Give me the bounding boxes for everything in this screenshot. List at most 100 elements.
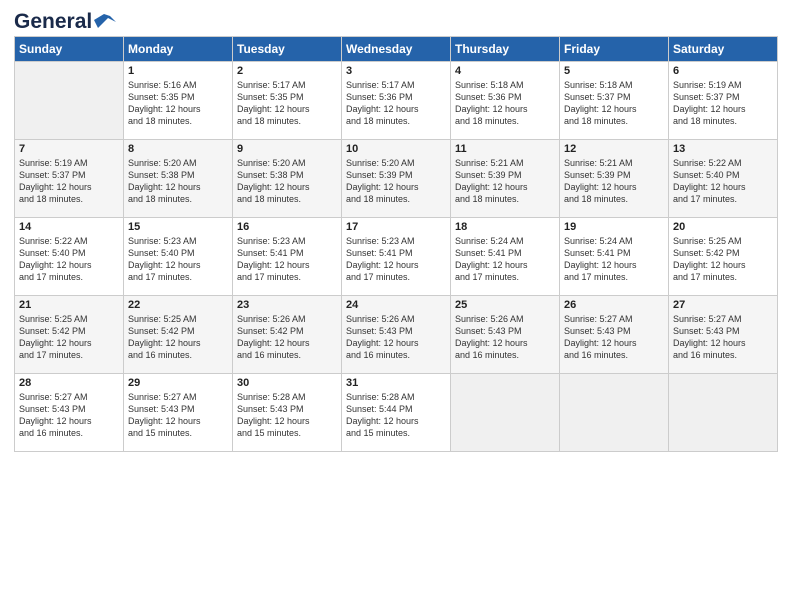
cell-week3-day6: 27 Sunrise: 5:27 AM Sunset: 5:43 PM Dayli… <box>669 296 778 374</box>
day-info: Sunrise: 5:20 AM Sunset: 5:38 PM Dayligh… <box>128 157 228 206</box>
day-number: 16 <box>237 221 337 233</box>
cell-week2-day6: 20 Sunrise: 5:25 AM Sunset: 5:42 PM Dayli… <box>669 218 778 296</box>
day-number: 14 <box>19 221 119 233</box>
day-number: 8 <box>128 143 228 155</box>
day-info: Sunrise: 5:22 AM Sunset: 5:40 PM Dayligh… <box>673 157 773 206</box>
day-info: Sunrise: 5:19 AM Sunset: 5:37 PM Dayligh… <box>19 157 119 206</box>
day-number: 6 <box>673 65 773 77</box>
logo-general: General <box>14 10 92 34</box>
day-info: Sunrise: 5:18 AM Sunset: 5:36 PM Dayligh… <box>455 79 555 128</box>
day-info: Sunrise: 5:24 AM Sunset: 5:41 PM Dayligh… <box>564 235 664 284</box>
cell-week0-day1: 1 Sunrise: 5:16 AM Sunset: 5:35 PM Daylig… <box>124 62 233 140</box>
col-wednesday: Wednesday <box>342 37 451 62</box>
day-number: 20 <box>673 221 773 233</box>
cell-week4-day3: 31 Sunrise: 5:28 AM Sunset: 5:44 PM Dayli… <box>342 374 451 452</box>
day-info: Sunrise: 5:27 AM Sunset: 5:43 PM Dayligh… <box>19 391 119 440</box>
cell-week1-day1: 8 Sunrise: 5:20 AM Sunset: 5:38 PM Daylig… <box>124 140 233 218</box>
day-number: 9 <box>237 143 337 155</box>
day-number: 27 <box>673 299 773 311</box>
day-info: Sunrise: 5:17 AM Sunset: 5:35 PM Dayligh… <box>237 79 337 128</box>
day-info: Sunrise: 5:26 AM Sunset: 5:43 PM Dayligh… <box>455 313 555 362</box>
day-number: 17 <box>346 221 446 233</box>
logo: General <box>14 10 116 30</box>
day-number: 5 <box>564 65 664 77</box>
day-info: Sunrise: 5:28 AM Sunset: 5:44 PM Dayligh… <box>346 391 446 440</box>
day-info: Sunrise: 5:24 AM Sunset: 5:41 PM Dayligh… <box>455 235 555 284</box>
cell-week3-day1: 22 Sunrise: 5:25 AM Sunset: 5:42 PM Dayli… <box>124 296 233 374</box>
day-number: 22 <box>128 299 228 311</box>
day-info: Sunrise: 5:25 AM Sunset: 5:42 PM Dayligh… <box>673 235 773 284</box>
cell-week0-day5: 5 Sunrise: 5:18 AM Sunset: 5:37 PM Daylig… <box>560 62 669 140</box>
day-info: Sunrise: 5:23 AM Sunset: 5:41 PM Dayligh… <box>237 235 337 284</box>
logo-bird-icon <box>94 14 116 30</box>
day-number: 19 <box>564 221 664 233</box>
day-number: 15 <box>128 221 228 233</box>
cell-week1-day0: 7 Sunrise: 5:19 AM Sunset: 5:37 PM Daylig… <box>15 140 124 218</box>
cell-week2-day1: 15 Sunrise: 5:23 AM Sunset: 5:40 PM Dayli… <box>124 218 233 296</box>
col-thursday: Thursday <box>451 37 560 62</box>
day-number: 30 <box>237 377 337 389</box>
cell-week1-day3: 10 Sunrise: 5:20 AM Sunset: 5:39 PM Dayli… <box>342 140 451 218</box>
day-info: Sunrise: 5:27 AM Sunset: 5:43 PM Dayligh… <box>564 313 664 362</box>
day-number: 7 <box>19 143 119 155</box>
cell-week2-day3: 17 Sunrise: 5:23 AM Sunset: 5:41 PM Dayli… <box>342 218 451 296</box>
cell-week1-day4: 11 Sunrise: 5:21 AM Sunset: 5:39 PM Dayli… <box>451 140 560 218</box>
day-number: 3 <box>346 65 446 77</box>
col-monday: Monday <box>124 37 233 62</box>
cell-week0-day4: 4 Sunrise: 5:18 AM Sunset: 5:36 PM Daylig… <box>451 62 560 140</box>
day-info: Sunrise: 5:21 AM Sunset: 5:39 PM Dayligh… <box>564 157 664 206</box>
day-number: 26 <box>564 299 664 311</box>
day-number: 1 <box>128 65 228 77</box>
day-number: 23 <box>237 299 337 311</box>
cell-week2-day5: 19 Sunrise: 5:24 AM Sunset: 5:41 PM Dayli… <box>560 218 669 296</box>
day-info: Sunrise: 5:20 AM Sunset: 5:39 PM Dayligh… <box>346 157 446 206</box>
col-saturday: Saturday <box>669 37 778 62</box>
day-info: Sunrise: 5:28 AM Sunset: 5:43 PM Dayligh… <box>237 391 337 440</box>
day-info: Sunrise: 5:26 AM Sunset: 5:43 PM Dayligh… <box>346 313 446 362</box>
cell-week4-day0: 28 Sunrise: 5:27 AM Sunset: 5:43 PM Dayli… <box>15 374 124 452</box>
cell-week2-day4: 18 Sunrise: 5:24 AM Sunset: 5:41 PM Dayli… <box>451 218 560 296</box>
day-info: Sunrise: 5:16 AM Sunset: 5:35 PM Dayligh… <box>128 79 228 128</box>
cell-week3-day0: 21 Sunrise: 5:25 AM Sunset: 5:42 PM Dayli… <box>15 296 124 374</box>
day-number: 31 <box>346 377 446 389</box>
day-number: 4 <box>455 65 555 77</box>
cell-week0-day6: 6 Sunrise: 5:19 AM Sunset: 5:37 PM Daylig… <box>669 62 778 140</box>
cell-week0-day2: 2 Sunrise: 5:17 AM Sunset: 5:35 PM Daylig… <box>233 62 342 140</box>
day-number: 11 <box>455 143 555 155</box>
cell-week3-day3: 24Sunrise: 5:26 AM Sunset: 5:43 PM Dayli… <box>342 296 451 374</box>
cell-week4-day2: 30 Sunrise: 5:28 AM Sunset: 5:43 PM Dayli… <box>233 374 342 452</box>
cell-week3-day5: 26 Sunrise: 5:27 AM Sunset: 5:43 PM Dayli… <box>560 296 669 374</box>
day-info: Sunrise: 5:25 AM Sunset: 5:42 PM Dayligh… <box>128 313 228 362</box>
day-info: Sunrise: 5:23 AM Sunset: 5:41 PM Dayligh… <box>346 235 446 284</box>
day-number: 29 <box>128 377 228 389</box>
cell-week4-day4 <box>451 374 560 452</box>
day-info: Sunrise: 5:19 AM Sunset: 5:37 PM Dayligh… <box>673 79 773 128</box>
cell-week2-day2: 16 Sunrise: 5:23 AM Sunset: 5:41 PM Dayli… <box>233 218 342 296</box>
day-number: 28 <box>19 377 119 389</box>
day-info: Sunrise: 5:27 AM Sunset: 5:43 PM Dayligh… <box>128 391 228 440</box>
col-friday: Friday <box>560 37 669 62</box>
cell-week3-day4: 25 Sunrise: 5:26 AM Sunset: 5:43 PM Dayli… <box>451 296 560 374</box>
day-info: Sunrise: 5:21 AM Sunset: 5:39 PM Dayligh… <box>455 157 555 206</box>
day-number: 18 <box>455 221 555 233</box>
day-info: Sunrise: 5:18 AM Sunset: 5:37 PM Dayligh… <box>564 79 664 128</box>
day-number: 13 <box>673 143 773 155</box>
cell-week4-day6 <box>669 374 778 452</box>
cell-week0-day0 <box>15 62 124 140</box>
day-info: Sunrise: 5:22 AM Sunset: 5:40 PM Dayligh… <box>19 235 119 284</box>
cell-week4-day1: 29 Sunrise: 5:27 AM Sunset: 5:43 PM Dayli… <box>124 374 233 452</box>
cell-week1-day6: 13 Sunrise: 5:22 AM Sunset: 5:40 PM Dayli… <box>669 140 778 218</box>
day-info: Sunrise: 5:20 AM Sunset: 5:38 PM Dayligh… <box>237 157 337 206</box>
day-number: 21 <box>19 299 119 311</box>
day-number: 2 <box>237 65 337 77</box>
day-info: Sunrise: 5:27 AM Sunset: 5:43 PM Dayligh… <box>673 313 773 362</box>
day-info: Sunrise: 5:25 AM Sunset: 5:42 PM Dayligh… <box>19 313 119 362</box>
day-number: 10 <box>346 143 446 155</box>
day-number: 25 <box>455 299 555 311</box>
cell-week4-day5 <box>560 374 669 452</box>
day-info: Sunrise: 5:23 AM Sunset: 5:40 PM Dayligh… <box>128 235 228 284</box>
day-info: Sunrise: 5:17 AM Sunset: 5:36 PM Dayligh… <box>346 79 446 128</box>
col-sunday: Sunday <box>15 37 124 62</box>
calendar-table: SundayMondayTuesdayWednesdayThursdayFrid… <box>14 36 778 452</box>
col-tuesday: Tuesday <box>233 37 342 62</box>
